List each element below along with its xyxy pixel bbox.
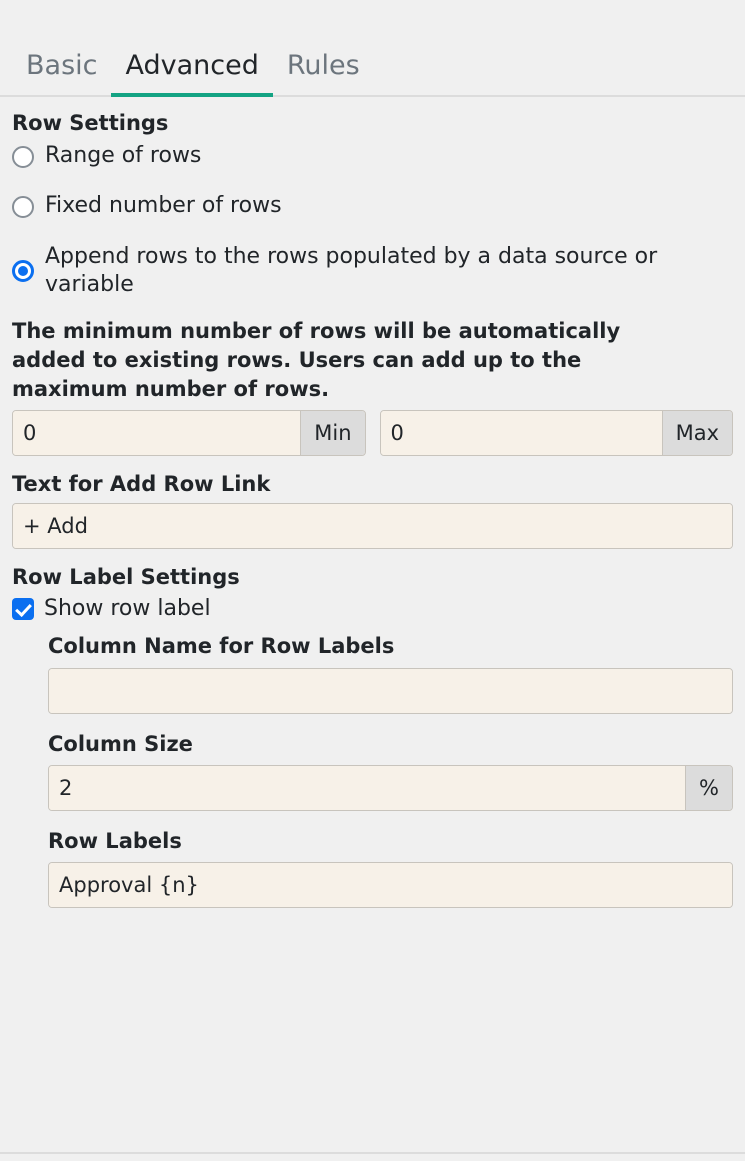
row-settings-heading: Row Settings [12,111,169,135]
column-size-input[interactable] [49,765,686,810]
min-rows-input[interactable] [13,410,301,455]
radio-label-append-rows: Append rows to the rows populated by a d… [45,243,658,297]
show-row-label-checkbox-row[interactable]: Show row label [12,596,733,622]
row-label-settings-heading: Row Label Settings [12,564,240,589]
radio-unchecked-icon[interactable] [12,146,34,169]
min-addon-label: Min [300,410,365,455]
row-label-options: Column Name for Row Labels Column Size %… [12,634,733,909]
add-row-link-label: Text for Add Row Link [12,471,271,496]
row-labels-block: Row Labels [48,828,733,909]
column-name-label: Column Name for Row Labels [48,634,395,659]
column-name-block: Column Name for Row Labels [48,634,733,714]
min-rows-input-group[interactable]: Min [12,409,366,456]
tab-bar: Basic Advanced Rules [0,0,745,97]
tab-basic[interactable]: Basic [12,52,111,97]
column-size-input-group[interactable]: % [48,764,733,811]
max-addon-label: Max [661,410,732,455]
radio-fixed-number-of-rows[interactable]: Fixed number of rows [12,192,733,220]
tab-rules[interactable]: Rules [273,52,374,97]
max-rows-input-group[interactable]: Max [379,409,733,456]
add-row-link-input-group[interactable] [12,502,733,549]
show-row-label-text: Show row label [44,596,211,622]
row-labels-label: Row Labels [48,828,182,853]
panel-bottom-divider [0,1152,745,1154]
radio-label-fixed-number-of-rows: Fixed number of rows [45,193,282,219]
percent-addon-label: % [685,765,732,810]
add-row-link-input[interactable] [13,503,732,548]
column-name-input[interactable] [49,668,732,713]
radio-range-of-rows[interactable]: Range of rows [12,142,733,170]
row-labels-input[interactable] [49,863,732,908]
row-settings-help-text: The minimum number of rows will be autom… [12,318,621,401]
column-name-input-group[interactable] [48,667,733,714]
tab-advanced[interactable]: Advanced [111,52,273,97]
advanced-panel: Row Settings Range of rows Fixed number … [0,97,745,909]
max-rows-input[interactable] [380,410,662,455]
column-size-label: Column Size [48,731,193,756]
radio-unchecked-icon[interactable] [12,196,34,219]
row-labels-input-group[interactable] [48,862,733,909]
radio-checked-icon[interactable] [12,259,34,282]
checkbox-checked-icon[interactable] [12,598,34,621]
min-max-row: Min Max [12,409,733,456]
radio-label-range-of-rows: Range of rows [45,143,202,169]
radio-append-rows[interactable]: Append rows to the rows populated by a d… [12,243,733,299]
column-size-block: Column Size % [48,732,733,811]
